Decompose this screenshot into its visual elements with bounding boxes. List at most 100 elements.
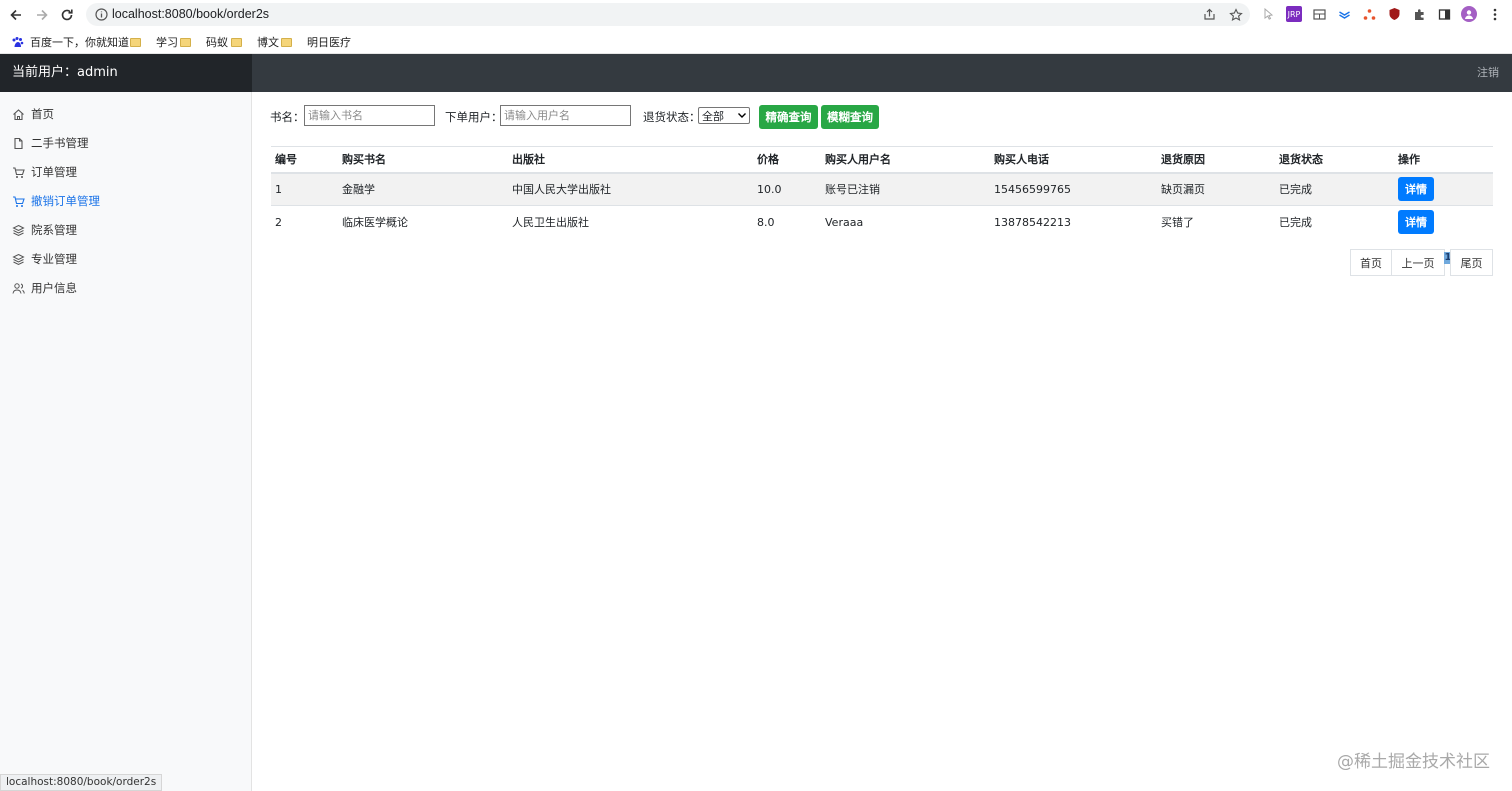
bookmark-folder-medical[interactable]: 明日医疗 [281,33,351,51]
users-icon [12,282,25,294]
folder-icon [130,37,141,47]
address-url[interactable]: localhost:8080/book/order2s [112,7,269,21]
folder-icon [281,37,292,47]
book-name-input[interactable] [304,105,435,126]
cell-price: 8.0 [753,205,821,239]
file-icon [14,137,23,149]
cell-actions: 详情 [1394,205,1493,239]
status-bar-url: localhost:8080/book/order2s [0,774,163,791]
table-header-row: 编号 购买书名 出版社 价格 购买人用户名 购买人电话 退货原因 退货状态 操作 [271,146,1493,174]
cell-publisher: 人民卫生出版社 [508,205,753,239]
cell-return-reason: 买错了 [1157,205,1275,239]
orders-table: 编号 购买书名 出版社 价格 购买人用户名 购买人电话 退货原因 退货状态 操作… [271,146,1493,239]
bookmark-label: 学习 [156,36,178,49]
detail-button[interactable]: 详情 [1398,210,1434,235]
chevron-down-icon [738,113,746,118]
cell-return-status: 已完成 [1275,172,1394,206]
sidebar-item-label: 首页 [31,107,54,121]
ublock-extension-icon[interactable] [1386,6,1402,22]
reload-icon[interactable] [56,4,78,26]
return-status-select[interactable]: 全部 [698,107,750,124]
bookmark-folder-study[interactable]: 学习 [130,33,178,51]
order-user-label: 下单用户： [445,110,503,124]
return-status-label: 退货状态： [643,110,701,124]
table-row: 2 临床医学概论 人民卫生出版社 8.0 Veraaa 13878542213 … [271,205,1493,239]
share-network-extension-icon[interactable] [1361,6,1377,22]
cell-book-name: 临床医学概论 [338,205,508,239]
sidebar-item-label: 订单管理 [31,165,77,179]
back-icon[interactable] [5,4,27,26]
cell-publisher: 中国人民大学出版社 [508,172,753,206]
share-icon[interactable] [1201,6,1218,23]
bookmark-folder-mayi[interactable]: 码蚁 [180,33,228,51]
jrp-extension-icon[interactable]: JRP [1286,6,1302,22]
sidebar-item-label: 用户信息 [31,281,77,295]
detail-button[interactable]: 详情 [1398,177,1434,202]
cell-book-name: 金融学 [338,172,508,206]
bookmark-label: 码蚁 [206,36,228,49]
column-header: 购买书名 [338,146,508,174]
sidebar-item-cancelled-orders[interactable]: 撤销订单管理 [12,192,100,210]
cell-return-status: 已完成 [1275,205,1394,239]
sidebar-item-label: 二手书管理 [31,136,89,150]
sidebar-item-orders[interactable]: 订单管理 [12,163,77,181]
sidebar-item-majors[interactable]: 专业管理 [12,250,77,268]
current-user-label: 当前用户：admin [0,54,252,92]
column-header: 购买人电话 [990,146,1157,174]
cell-buyer-username: 账号已注销 [821,172,990,206]
grid-extension-icon[interactable] [1311,6,1327,22]
sidebar-item-secondhand-books[interactable]: 二手书管理 [12,134,89,152]
menu-kebab-icon[interactable] [1487,6,1503,22]
cell-price: 10.0 [753,172,821,206]
sidebar-item-home[interactable]: 首页 [12,105,54,123]
bookmarks-bar: 百度一下，你就知道 学习 码蚁 博文 明日医疗 [0,29,1512,54]
cell-buyer-username: Veraaa [821,205,990,239]
column-header: 购买人用户名 [821,146,990,174]
book-name-label: 书名： [270,110,305,124]
stack-extension-icon[interactable] [1336,6,1352,22]
baidu-paw-icon [12,36,24,47]
site-info-icon[interactable] [94,7,109,22]
cell-id: 2 [271,205,338,239]
folder-icon [180,37,191,47]
column-header: 价格 [753,146,821,174]
sidebar-item-label: 专业管理 [31,252,77,266]
cursor-extension-icon[interactable] [1261,6,1277,22]
return-status-value: 全部 [702,109,724,123]
last-page-button[interactable]: 尾页 [1450,249,1493,276]
cell-id: 1 [271,172,338,206]
bookmark-folder-blog[interactable]: 博文 [231,33,279,51]
fuzzy-search-button[interactable]: 模糊查询 [821,105,879,129]
cart-icon [13,166,25,178]
cell-buyer-phone: 13878542213 [990,205,1157,239]
cart-icon [13,195,25,207]
sidebar-item-departments[interactable]: 院系管理 [12,221,77,239]
sidebar-item-label: 撤销订单管理 [31,194,100,208]
column-header: 退货原因 [1157,146,1275,174]
sidebar-item-user-info[interactable]: 用户信息 [12,279,77,297]
bookmark-label: 明日医疗 [307,36,351,49]
column-header: 操作 [1394,146,1493,174]
first-page-button[interactable]: 首页 [1350,249,1392,276]
cell-buyer-phone: 15456599765 [990,172,1157,206]
bookmark-star-icon[interactable] [1227,6,1244,23]
side-panel-icon[interactable] [1436,6,1452,22]
layers-icon [12,253,25,265]
cell-return-reason: 缺页漏页 [1157,172,1275,206]
logout-link[interactable]: 注销 [1477,54,1499,92]
bookmark-label: 百度一下，你就知道 [30,36,129,49]
column-header: 退货状态 [1275,146,1394,174]
cell-actions: 详情 [1394,172,1493,206]
order-user-input[interactable] [500,105,631,126]
watermark: @稀土掘金技术社区 [1337,752,1490,772]
prev-page-button[interactable]: 上一页 [1391,249,1445,276]
profile-avatar-icon[interactable] [1461,6,1477,22]
exact-search-button[interactable]: 精确查询 [759,105,818,129]
bookmark-baidu[interactable]: 百度一下，你就知道 [11,33,129,51]
bookmark-label: 博文 [257,36,279,49]
table-row: 1 金融学 中国人民大学出版社 10.0 账号已注销 15456599765 缺… [271,172,1493,206]
forward-icon[interactable] [31,4,53,26]
sidebar-item-label: 院系管理 [31,223,77,237]
extensions-puzzle-icon[interactable] [1411,6,1427,22]
address-bar[interactable]: localhost:8080/book/order2s [86,3,1250,26]
